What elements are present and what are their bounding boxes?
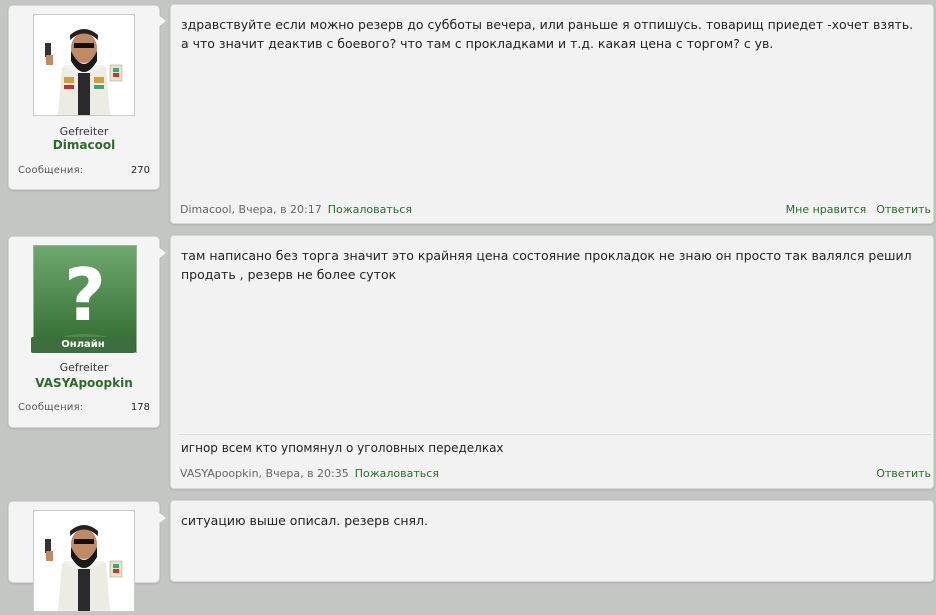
- report-link[interactable]: Пожаловаться: [328, 203, 412, 216]
- svg-text:?: ?: [64, 253, 106, 337]
- message-text: ситуацию выше описал. резерв снял.: [181, 513, 428, 528]
- online-badge: Онлайн: [31, 337, 135, 353]
- user-info: ? Онлайн Gefreiter VASYApoopkin Сообщени…: [8, 236, 160, 428]
- post-actions: Ответить: [866, 467, 931, 480]
- username-link[interactable]: Dimacool: [9, 138, 159, 152]
- user-rank: Gefreiter: [59, 125, 109, 138]
- messages-label: Сообщения:: [18, 165, 84, 176]
- reply-link[interactable]: Ответить: [876, 467, 931, 480]
- post-meta: Dimacool, Вчера, в 20:17 Пожаловаться: [180, 203, 412, 216]
- messages-count: 178: [130, 402, 150, 413]
- dictator-avatar-icon: [34, 15, 134, 115]
- post-meta: VASYApoopkin, Вчера, в 20:35 Пожаловаться: [180, 467, 439, 480]
- signature-divider: [179, 434, 931, 435]
- post-author-date[interactable]: Dimacool, Вчера, в 20:17: [180, 203, 322, 216]
- post-author-date[interactable]: VASYApoopkin, Вчера, в 20:35: [180, 467, 349, 480]
- speech-arrow: [157, 14, 166, 28]
- report-link[interactable]: Пожаловаться: [355, 467, 439, 480]
- like-link[interactable]: Мне нравится: [786, 203, 867, 216]
- message-body: здравствуйте если можно резерв до суббот…: [170, 4, 934, 224]
- messages-count: 270: [130, 165, 150, 176]
- user-info: [8, 501, 160, 612]
- speech-arrow: [157, 246, 166, 260]
- username-link[interactable]: VASYApoopkin: [9, 376, 159, 390]
- message-text: там написано без торга значит это крайня…: [181, 248, 912, 282]
- user-rank: Gefreiter: [59, 361, 109, 374]
- speech-arrow: [157, 511, 166, 525]
- avatar[interactable]: [33, 510, 135, 612]
- user-info: Gefreiter Dimacool Сообщения: 270: [8, 5, 160, 190]
- message-body: там написано без торга значит это крайня…: [170, 235, 934, 489]
- avatar[interactable]: [33, 14, 135, 116]
- post-actions: Мне нравится Ответить: [776, 203, 931, 216]
- signature-text: игнор всем кто упомянул о уголовных пере…: [181, 441, 504, 455]
- message-text: здравствуйте если можно резерв до суббот…: [181, 17, 914, 51]
- dictator-avatar-icon: [34, 511, 134, 611]
- messages-label: Сообщения:: [18, 402, 84, 413]
- reply-link[interactable]: Ответить: [876, 203, 931, 216]
- message-body: ситуацию выше описал. резерв снял.: [170, 500, 934, 582]
